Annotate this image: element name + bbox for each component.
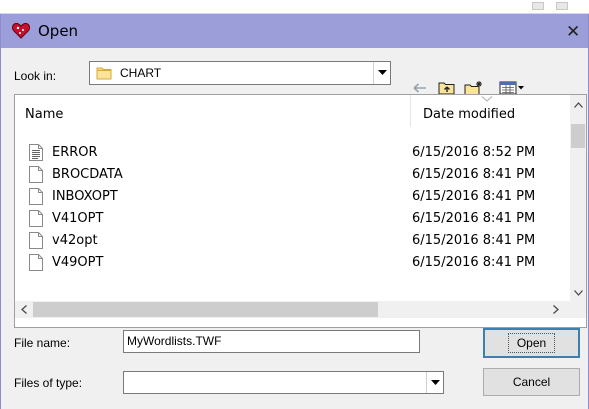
file-date-modified: 6/15/2016 8:52 PM bbox=[412, 145, 536, 160]
file-name: INBOXOPT bbox=[52, 189, 118, 204]
file-row[interactable]: BROCDATA 6/15/2016 8:41 PM bbox=[15, 165, 570, 187]
blank-file-icon bbox=[29, 232, 43, 249]
file-list[interactable]: Name Date modified ERROR 6/15/2016 8:52 P… bbox=[14, 94, 587, 328]
file-date-modified: 6/15/2016 8:41 PM bbox=[412, 255, 536, 270]
horizontal-scroll-thumb[interactable] bbox=[33, 302, 378, 317]
chevron-left-icon bbox=[20, 305, 27, 314]
text-file-icon bbox=[29, 144, 43, 161]
scroll-right-button[interactable] bbox=[547, 301, 564, 318]
file-name: v42opt bbox=[52, 233, 98, 248]
sort-chevron-icon bbox=[481, 96, 493, 102]
file-row[interactable]: V41OPT 6/15/2016 8:41 PM bbox=[15, 209, 570, 231]
cancel-button[interactable]: Cancel bbox=[483, 368, 580, 396]
blank-file-icon bbox=[29, 210, 43, 227]
files-of-type-dropdown-arrow[interactable] bbox=[426, 372, 443, 393]
look-in-dropdown-arrow[interactable] bbox=[373, 62, 390, 84]
scroll-left-button[interactable] bbox=[15, 301, 32, 318]
folder-icon bbox=[96, 67, 112, 80]
files-of-type-label: Files of type: bbox=[14, 376, 83, 390]
chevron-right-icon bbox=[552, 305, 559, 314]
file-date-modified: 6/15/2016 8:41 PM bbox=[412, 167, 536, 182]
app-heart-icon bbox=[12, 22, 30, 39]
chevron-down-icon bbox=[573, 290, 583, 296]
column-header-name[interactable]: Name bbox=[25, 95, 405, 127]
column-header-date-label: Date modified bbox=[423, 107, 516, 122]
file-date-modified: 6/15/2016 8:41 PM bbox=[412, 211, 536, 226]
scroll-up-button[interactable] bbox=[570, 97, 586, 113]
file-name-input[interactable]: MyWordlists.TWF bbox=[123, 330, 420, 353]
vertical-scrollbar[interactable] bbox=[570, 95, 586, 301]
title-bar[interactable]: Open ✕ bbox=[1, 14, 588, 48]
file-name-label: File name: bbox=[14, 336, 71, 350]
chevron-down-icon bbox=[377, 70, 387, 75]
file-row[interactable]: INBOXOPT 6/15/2016 8:41 PM bbox=[15, 187, 570, 209]
look-in-label: Look in: bbox=[14, 69, 57, 83]
close-button[interactable]: ✕ bbox=[558, 14, 588, 48]
column-header-name-label: Name bbox=[25, 107, 64, 122]
file-row[interactable]: v42opt 6/15/2016 8:41 PM bbox=[15, 231, 570, 253]
file-name: V41OPT bbox=[52, 211, 104, 226]
blank-file-icon bbox=[29, 188, 43, 205]
cancel-button-label: Cancel bbox=[512, 375, 551, 389]
open-button-label: Open bbox=[507, 333, 556, 353]
file-name: V49OPT bbox=[52, 255, 104, 270]
file-row[interactable]: V49OPT 6/15/2016 8:41 PM bbox=[15, 253, 570, 275]
file-name: ERROR bbox=[52, 145, 98, 160]
column-header-date-modified[interactable]: Date modified bbox=[410, 95, 568, 127]
chevron-down-icon bbox=[430, 379, 440, 385]
close-icon: ✕ bbox=[566, 22, 581, 42]
scroll-down-button[interactable] bbox=[570, 285, 586, 301]
look-in-combo[interactable]: CHART bbox=[89, 61, 391, 85]
chevron-up-icon bbox=[573, 102, 583, 108]
dialog-title: Open bbox=[38, 22, 79, 40]
file-date-modified: 6/15/2016 8:41 PM bbox=[412, 233, 536, 248]
file-name: BROCDATA bbox=[52, 167, 123, 182]
background-window-edge bbox=[0, 0, 589, 14]
open-dialog: Open ✕ Look in: CHART Name Date modified… bbox=[0, 14, 589, 409]
file-row[interactable]: ERROR 6/15/2016 8:52 PM bbox=[15, 143, 570, 165]
file-date-modified: 6/15/2016 8:41 PM bbox=[412, 189, 536, 204]
blank-file-icon bbox=[29, 166, 43, 183]
vertical-scroll-thumb[interactable] bbox=[571, 124, 585, 148]
horizontal-scrollbar[interactable] bbox=[15, 301, 586, 318]
background-window-control bbox=[532, 2, 544, 10]
background-window-control bbox=[556, 2, 568, 10]
files-of-type-combo[interactable] bbox=[123, 371, 444, 394]
look-in-value: CHART bbox=[120, 66, 162, 80]
open-button[interactable]: Open bbox=[483, 328, 580, 358]
blank-file-icon bbox=[29, 254, 43, 271]
